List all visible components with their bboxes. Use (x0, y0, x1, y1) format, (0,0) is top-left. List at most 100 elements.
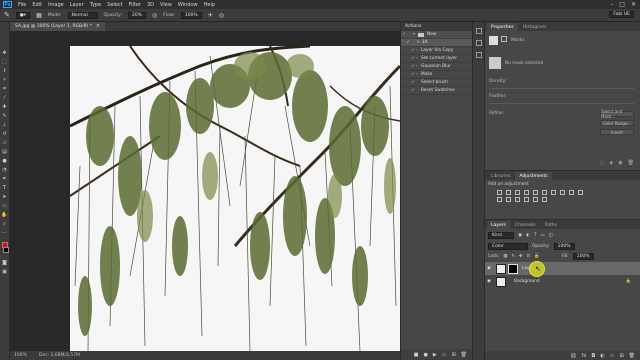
stop-icon[interactable]: ■ (414, 352, 419, 358)
zoom-level[interactable]: 100% (14, 353, 27, 358)
delete-icon[interactable]: 🗑 (461, 352, 467, 358)
brush-tool-icon[interactable]: ✎ (1, 113, 8, 119)
black-white-icon[interactable] (560, 190, 565, 195)
action-step-row[interactable]: ✓ › Make (401, 71, 472, 79)
tab-adjustments[interactable]: Adjustments (515, 172, 552, 180)
close-icon[interactable]: ✕ (631, 1, 636, 8)
dodge-tool-icon[interactable]: ◔ (1, 167, 8, 173)
adjustment-filter-icon[interactable]: ◐ (526, 233, 530, 238)
opacity-input[interactable]: 20% (128, 11, 147, 19)
apply-mask-icon[interactable]: ◈ (609, 160, 613, 166)
gradient-map-icon[interactable] (533, 197, 538, 202)
lock-icon[interactable]: 🔒 (626, 279, 631, 284)
posterize-icon[interactable] (515, 197, 520, 202)
lock-image-icon[interactable]: ✎ (511, 254, 515, 259)
info-panel-icon[interactable] (475, 52, 482, 58)
quick-select-tool-icon[interactable]: ✧ (1, 77, 8, 83)
menu-view[interactable]: View (160, 2, 172, 8)
flow-input[interactable]: 100% (180, 11, 202, 19)
layer-row-layer-1[interactable]: ◉ Layer 1 (485, 262, 640, 275)
toggle-check-icon[interactable]: ✓ (405, 40, 411, 45)
canvas-area[interactable] (10, 31, 400, 351)
channel-mixer-icon[interactable] (578, 190, 583, 195)
history-panel-icon[interactable] (475, 28, 482, 34)
move-tool-icon[interactable]: ✥ (1, 50, 8, 56)
smart-filter-icon[interactable]: ◫ (549, 233, 553, 238)
play-icon[interactable]: ▶ (433, 352, 437, 358)
photo-filter-icon[interactable] (569, 190, 574, 195)
eraser-tool-icon[interactable]: ▱ (1, 140, 8, 146)
lasso-tool-icon[interactable]: ℓ (1, 68, 8, 74)
healing-tool-icon[interactable]: ✚ (1, 104, 8, 110)
load-selection-icon[interactable]: ◌ (600, 160, 604, 166)
gradient-tool-icon[interactable]: ▤ (1, 149, 8, 155)
crop-tool-icon[interactable]: ⌗ (1, 86, 8, 92)
lock-all-icon[interactable]: 🔒 (534, 254, 539, 259)
layer-row-background[interactable]: ◉ Background 🔒 (485, 275, 640, 288)
tab-layers[interactable]: Layers (487, 221, 510, 229)
brush-panel-icon[interactable]: ▦ (36, 12, 42, 19)
screen-mode-icon[interactable]: ▣ (1, 269, 8, 275)
maximize-icon[interactable]: □ (619, 1, 625, 8)
menu-filter[interactable]: Filter (129, 2, 141, 8)
tab-paths[interactable]: Paths (541, 221, 561, 229)
menu-layer[interactable]: Layer (70, 2, 84, 8)
record-icon[interactable]: ● (423, 352, 427, 358)
exposure-icon[interactable] (524, 190, 529, 195)
blur-tool-icon[interactable]: ● (1, 158, 8, 164)
invert-button[interactable]: Invert (600, 129, 634, 135)
delete-icon[interactable]: 🗑 (628, 160, 634, 166)
close-tab-icon[interactable]: ✕ (96, 24, 100, 29)
pressure-size-icon[interactable]: ◎ (219, 12, 224, 19)
menu-select[interactable]: Select (107, 2, 122, 8)
density-slider[interactable] (489, 83, 634, 89)
menu-image[interactable]: Image (48, 2, 64, 8)
action-step-row[interactable]: ✓ › Layer Via Copy (401, 47, 472, 55)
curves-icon[interactable] (515, 190, 520, 195)
invert-adjust-icon[interactable] (506, 197, 511, 202)
new-layer-icon[interactable]: ⊞ (619, 353, 623, 359)
menu-edit[interactable]: Edit (32, 2, 42, 8)
action-step-row[interactable]: ✓ Reset Swatches (401, 87, 472, 95)
tab-libraries[interactable]: Libraries (487, 172, 514, 180)
lock-transparent-icon[interactable]: ▦ (503, 254, 507, 259)
eyedropper-tool-icon[interactable]: ⁄ (1, 95, 8, 101)
threshold-icon[interactable] (524, 197, 529, 202)
menu-help[interactable]: Help (204, 2, 215, 8)
brush-size-picker[interactable]: ●▾ (15, 11, 31, 19)
new-set-icon[interactable]: ▭ (442, 352, 447, 358)
shape-filter-icon[interactable]: ▭ (540, 233, 544, 238)
menu-type[interactable]: Type (90, 2, 101, 8)
brush-tool-icon[interactable]: ✎ (4, 11, 10, 19)
hand-tool-icon[interactable]: ✋ (1, 212, 8, 218)
shape-tool-icon[interactable]: ▭ (1, 203, 8, 209)
menu-window[interactable]: Window (178, 2, 198, 8)
tab-properties[interactable]: Properties (487, 23, 518, 31)
layer-style-icon[interactable]: fx (582, 353, 587, 359)
layer-name[interactable]: Background (514, 279, 540, 284)
clone-stamp-tool-icon[interactable]: ⊥ (1, 122, 8, 128)
marquee-tool-icon[interactable]: ⬚ (1, 59, 8, 65)
toggle-check-icon[interactable]: ✓ (401, 32, 407, 37)
actions-panel-tab[interactable]: Actions (401, 22, 472, 31)
delete-layer-icon[interactable]: 🗑 (629, 353, 635, 359)
menu-3d[interactable]: 3D (147, 2, 154, 8)
layer-opacity-input[interactable]: 100% (553, 243, 575, 250)
action-row[interactable]: ✓ ▾ 1A (401, 39, 472, 47)
new-group-icon[interactable]: ▭ (610, 353, 615, 359)
mode-select[interactable]: Normal (67, 11, 98, 19)
path-select-tool-icon[interactable]: ➤ (1, 194, 8, 200)
layer-kind-filter[interactable]: Kind (488, 232, 514, 239)
color-range-button[interactable]: Color Range... (600, 120, 634, 126)
pixel-filter-icon[interactable]: ▣ (518, 233, 522, 238)
minimize-icon[interactable]: – (610, 1, 613, 8)
document-tab[interactable]: SA.jpg @ 100% (Layer 1, RGB/8) * ✕ (10, 22, 105, 31)
pen-tool-icon[interactable]: ✒ (1, 176, 8, 182)
pressure-opacity-icon[interactable]: ◎ (152, 12, 157, 19)
brightness-contrast-icon[interactable] (497, 190, 502, 195)
action-set-row[interactable]: ✓ ▾ New (401, 31, 472, 39)
tab-channels[interactable]: Channels (511, 221, 540, 229)
action-step-row[interactable]: ✓ › Gaussian Blur (401, 63, 472, 71)
layer-thumbnail[interactable] (496, 263, 506, 274)
type-filter-icon[interactable]: T (534, 233, 537, 238)
